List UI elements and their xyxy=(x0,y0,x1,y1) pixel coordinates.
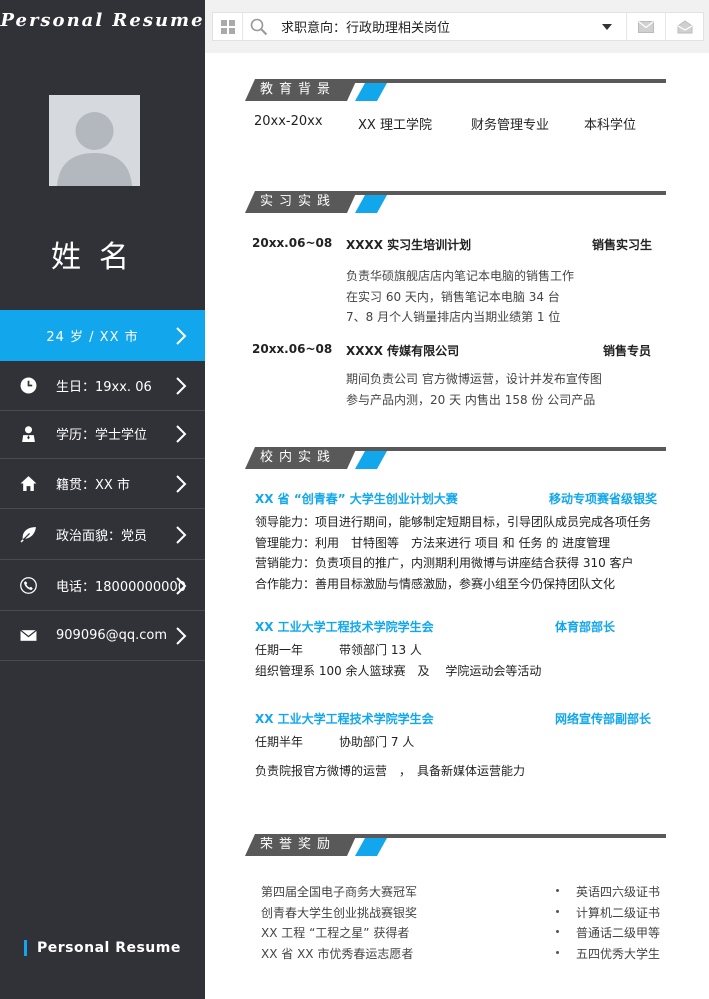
award-item: XX 省 XX 市优秀春运志愿者 xyxy=(261,947,414,961)
avatar-placeholder-icon xyxy=(49,95,140,186)
clock-icon xyxy=(0,377,56,394)
sidebar-item-education[interactable]: 学历：学士学位 xyxy=(0,409,205,459)
sidebar-bottom-text: Personal Resume xyxy=(37,940,181,956)
education-degree: 本科学位 xyxy=(584,118,637,133)
windows-icon[interactable] xyxy=(213,13,243,40)
certificate-item: 计算机二级证书 xyxy=(576,906,661,920)
chevron-right-icon xyxy=(175,326,187,346)
section-header-campus: 校内实践 xyxy=(245,447,666,472)
chevron-right-icon xyxy=(175,576,187,596)
chevron-right-icon xyxy=(175,474,187,494)
internship-org: XXXX 实习生培训计划 xyxy=(346,238,472,252)
sidebar-item-hometown[interactable]: 籍贯：XX 市 xyxy=(0,459,205,509)
sidebar: Personal Resume 姓名 24 岁 / XX 市 生日：19xx. … xyxy=(0,0,205,999)
sidebar-item-age-city[interactable]: 24 岁 / XX 市 xyxy=(0,310,205,361)
section-header-awards: 荣誉奖励 xyxy=(245,834,666,859)
award-item: 创青春大学生创业挑战赛银奖 xyxy=(261,906,418,920)
bullet-dot xyxy=(556,951,559,954)
campus-detail: 领导能力：项目进行期间，能够制定短期目标，引导团队成员完成各项任务 xyxy=(255,515,652,529)
inbox-icon[interactable] xyxy=(666,13,703,40)
sidebar-top-title: Personal Resume xyxy=(0,10,205,31)
accent-bar xyxy=(24,940,27,956)
education-school: XX 理工学院 xyxy=(358,118,432,133)
internship-role: 销售实习生 xyxy=(592,238,653,252)
sidebar-item-phone[interactable]: 电话：18000000000 xyxy=(0,561,205,611)
person-name: 姓名 xyxy=(51,240,147,275)
sidebar-item-political[interactable]: 政治面貌：党员 xyxy=(0,510,205,560)
leaf-icon xyxy=(0,526,56,543)
top-bar: 求职意向：行政助理相关岗位 xyxy=(205,0,709,53)
bullet-dot xyxy=(556,930,559,933)
campus-org: XX 工业大学工程技术学院学生会 xyxy=(255,712,434,726)
mail-icon xyxy=(0,627,56,644)
internship-role: 销售专员 xyxy=(603,344,652,358)
search-box[interactable]: 求职意向：行政助理相关岗位 xyxy=(212,12,704,41)
section-title: 荣誉奖励 xyxy=(259,837,336,852)
internship-date: 20xx.06~08 xyxy=(252,236,333,250)
education-period: 20xx-20xx xyxy=(254,114,323,129)
avatar xyxy=(49,95,140,186)
internship-detail: 在实习 60 天内，销售笔记本电脑 34 台 xyxy=(346,290,560,304)
campus-role: 网络宣传部副部长 xyxy=(555,712,652,726)
section-title: 教育背景 xyxy=(259,82,336,97)
chevron-right-icon xyxy=(175,626,187,646)
internship-detail: 期间负责公司 官方微博运营，设计并发布宣传图 xyxy=(346,372,602,386)
mail-icon[interactable] xyxy=(626,13,666,40)
award-item: XX 工程 “工程之星” 获得者 xyxy=(261,926,410,940)
phone-icon xyxy=(0,577,56,594)
certificate-item: 英语四六级证书 xyxy=(576,885,661,899)
campus-role: 体育部部长 xyxy=(555,620,616,634)
bullet-dot xyxy=(556,889,559,892)
sidebar-item-label: 24 岁 / XX 市 xyxy=(46,330,139,345)
campus-detail: 任期一年 带领部门 13 人 xyxy=(255,643,422,657)
award-item: 第四届全国电子商务大赛冠军 xyxy=(261,885,418,899)
education-major: 财务管理专业 xyxy=(471,118,550,133)
search-icon[interactable] xyxy=(243,13,275,40)
internship-org: XXXX 传媒有限公司 xyxy=(346,344,460,358)
internship-detail: 7、8 月个人销量排店内当期业绩第 1 位 xyxy=(346,310,561,324)
internship-detail: 参与产品内测，20 天 内售出 158 份 公司产品 xyxy=(346,393,596,407)
certificate-item: 普通话二级甲等 xyxy=(576,926,661,940)
search-input[interactable]: 求职意向：行政助理相关岗位 xyxy=(275,17,602,36)
campus-org: XX 省 “创青春” 大学生创业计划大赛 xyxy=(255,492,458,506)
section-header-education: 教育背景 xyxy=(245,79,666,104)
certificate-item: 五四优秀大学生 xyxy=(576,947,661,961)
campus-detail: 营销能力：负责项目的推广，内测期利用微博与讲座结合获得 310 客户 xyxy=(255,556,634,570)
campus-award: 移动专项赛省级银奖 xyxy=(549,492,658,506)
bullet-dot xyxy=(556,910,559,913)
sidebar-item-birthday[interactable]: 生日：19xx. 06 xyxy=(0,361,205,411)
campus-detail: 合作能力：善用目标激励与情感激励，参赛小组至今仍保持团队文化 xyxy=(255,577,616,591)
campus-detail: 组织管理系 100 余人篮球赛 及 学院运动会等活动 xyxy=(255,664,542,678)
section-title: 校内实践 xyxy=(259,450,336,465)
section-header-internship: 实习实践 xyxy=(245,191,666,216)
sidebar-bottom-title: Personal Resume xyxy=(24,940,181,956)
person-icon xyxy=(0,425,56,442)
campus-org: XX 工业大学工程技术学院学生会 xyxy=(255,620,434,634)
chevron-right-icon xyxy=(175,376,187,396)
dropdown-arrow-icon[interactable] xyxy=(602,23,612,30)
home-icon xyxy=(0,475,56,492)
campus-detail: 负责院报官方微博的运营 ， 具备新媒体运营能力 xyxy=(255,764,526,778)
chevron-right-icon xyxy=(175,424,187,444)
campus-detail: 管理能力：利用 甘特图等 方法来进行 项目 和 任务 的 进度管理 xyxy=(255,536,611,550)
internship-date: 20xx.06~08 xyxy=(252,342,333,356)
section-title: 实习实践 xyxy=(259,194,336,209)
internship-detail: 负责华硕旗舰店店内笔记本电脑的销售工作 xyxy=(346,269,575,283)
sidebar-item-email[interactable]: 909096@qq.com xyxy=(0,611,205,661)
chevron-right-icon xyxy=(175,525,187,545)
campus-detail: 任期半年 协助部门 7 人 xyxy=(255,735,415,749)
